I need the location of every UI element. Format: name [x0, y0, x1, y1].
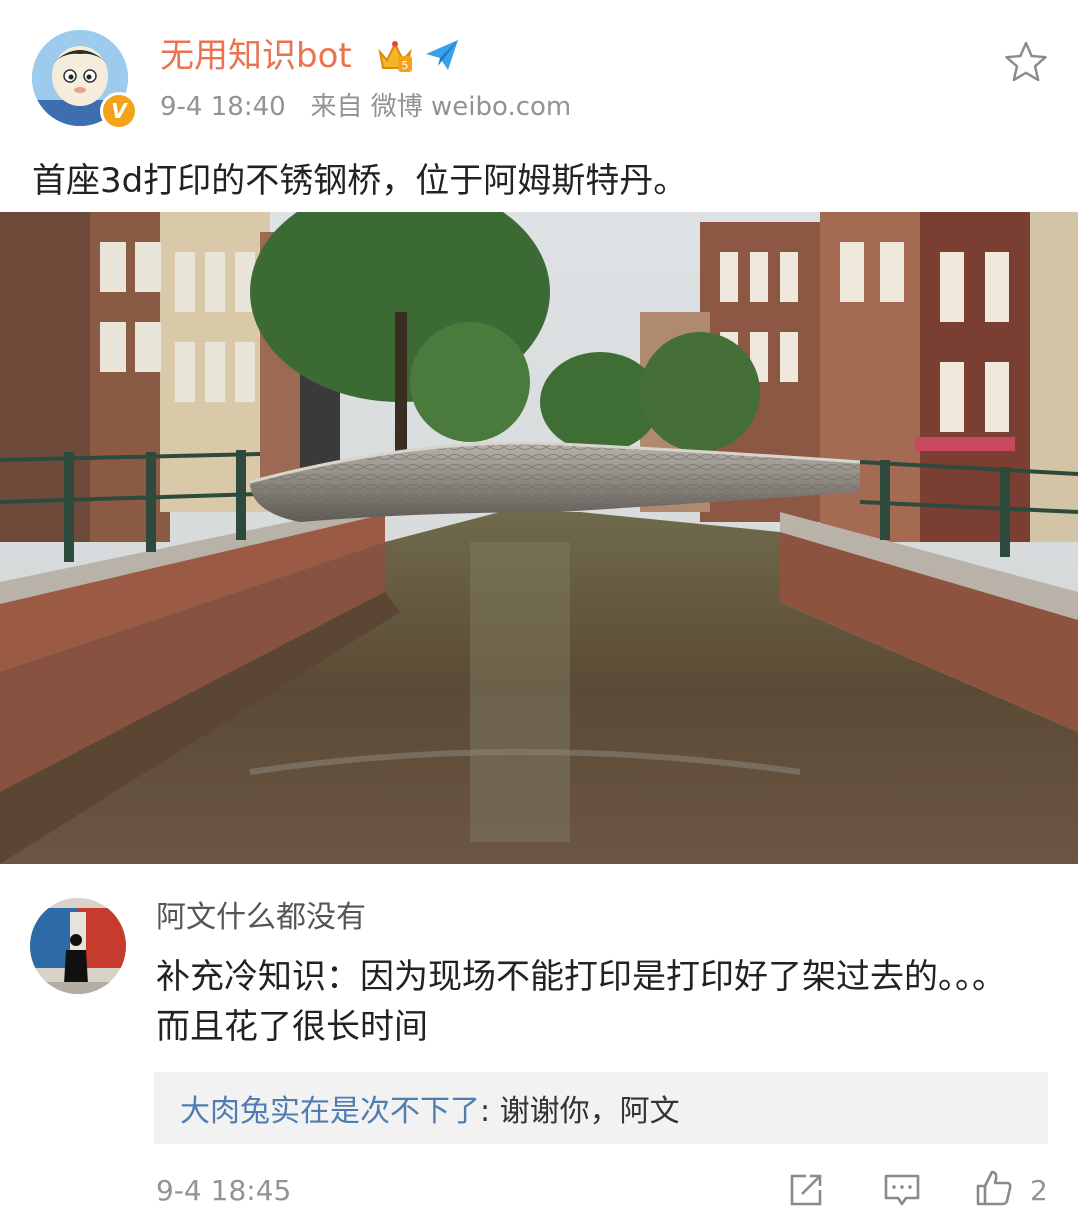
poster-username[interactable]: 无用知识bot	[160, 36, 352, 76]
verified-badge-icon: V	[100, 92, 138, 130]
comment-icon[interactable]	[882, 1170, 922, 1210]
reply-username[interactable]: 大肉兔实在是次不下了	[180, 1094, 480, 1129]
paper-plane-icon	[426, 40, 458, 70]
post-text: 首座3d打印的不锈钢桥，位于阿姆斯特丹。	[32, 161, 688, 201]
commenter-username[interactable]: 阿文什么都没有	[156, 898, 366, 938]
svg-text:5: 5	[402, 59, 409, 72]
post-time: 9-4 18:40	[160, 92, 286, 122]
like-icon[interactable]	[974, 1168, 1014, 1208]
like-count: 2	[1030, 1174, 1048, 1207]
post-source[interactable]: 微博 weibo.com	[371, 92, 572, 122]
crown-badge-icon: 5	[378, 41, 412, 72]
comment-text: 补充冷知识：因为现场不能打印是打印好了架过去的。。。而且花了很长时间	[156, 957, 1006, 1047]
share-icon[interactable]	[786, 1170, 826, 1210]
reply-line: 大肉兔实在是次不下了: 谢谢你，阿文	[180, 1092, 680, 1132]
source-prefix: 来自	[310, 92, 363, 122]
reply-separator: :	[480, 1094, 500, 1129]
post-image[interactable]	[0, 212, 1078, 864]
star-icon[interactable]	[1004, 40, 1048, 84]
comment-time: 9-4 18:45	[156, 1174, 292, 1207]
post-meta: 9-4 18:40 来自 微博 weibo.com	[160, 90, 571, 124]
commenter-avatar[interactable]	[30, 898, 126, 994]
reply-text: 谢谢你，阿文	[499, 1094, 680, 1129]
